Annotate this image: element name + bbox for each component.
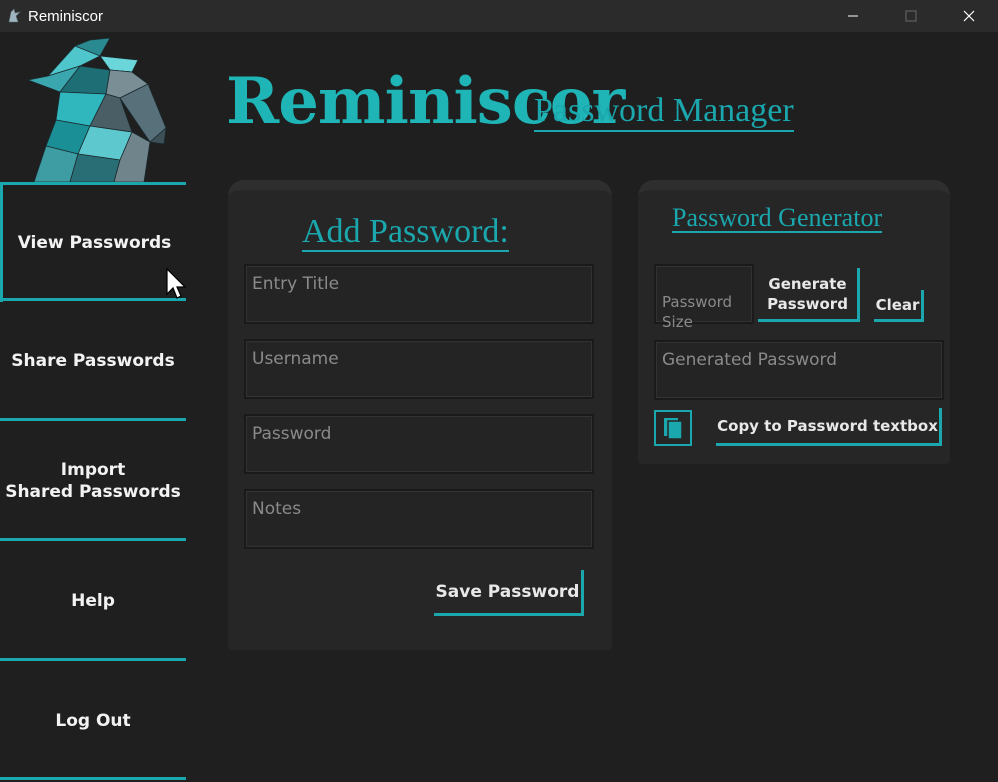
sidebar: View Passwords Share Passwords Import Sh…: [0, 32, 188, 782]
nav-divider: [0, 658, 186, 661]
entry-title-field[interactable]: Entry Title: [244, 264, 594, 324]
copy-icon-button[interactable]: [654, 410, 692, 446]
sidebar-item-label: Share Passwords: [11, 351, 175, 371]
copy-icon: [664, 418, 683, 440]
title-bar: Reminiscor: [0, 0, 998, 32]
password-size-field[interactable]: Password Size: [654, 264, 754, 331]
nav-divider: [0, 298, 186, 301]
notes-field[interactable]: Notes: [244, 489, 594, 549]
sidebar-item-label: Help: [71, 591, 115, 611]
close-button[interactable]: [940, 0, 998, 32]
notes-placeholder: Notes: [252, 499, 302, 519]
nav-divider: [0, 538, 186, 541]
clear-button[interactable]: Clear: [874, 290, 924, 322]
clear-label: Clear: [875, 295, 920, 314]
sidebar-item-import-shared-passwords[interactable]: Import Shared Passwords: [0, 422, 186, 540]
generated-password-placeholder: Generated Password: [662, 350, 837, 370]
mouse-cursor-icon: [166, 268, 186, 299]
add-password-panel: Add Password: Entry Title Username Passw…: [228, 180, 612, 650]
copy-to-password-label: Copy to Password textbox: [717, 416, 938, 435]
save-password-label: Save Password: [435, 581, 580, 602]
password-size-placeholder: Password Size: [662, 293, 733, 331]
password-generator-panel: Password Generator Password Size Generat…: [638, 180, 950, 464]
username-field[interactable]: Username: [244, 339, 594, 399]
app-logo-icon: [8, 8, 21, 23]
sidebar-item-label: Log Out: [55, 711, 131, 731]
maximize-button[interactable]: [882, 0, 940, 32]
nav-divider: [0, 777, 186, 780]
add-password-heading: Add Password:: [302, 213, 509, 252]
password-placeholder: Password: [252, 424, 332, 444]
entry-title-placeholder: Entry Title: [252, 274, 340, 294]
page-subtitle: Password Manager: [534, 92, 794, 132]
password-field[interactable]: Password: [244, 414, 594, 474]
username-placeholder: Username: [252, 349, 339, 369]
generate-password-button[interactable]: Generate Password: [758, 268, 860, 322]
close-icon: [963, 10, 975, 22]
window-title: Reminiscor: [28, 7, 104, 25]
save-password-button[interactable]: Save Password: [434, 570, 584, 616]
plague-doctor-logo-icon: [26, 37, 167, 182]
password-generator-heading: Password Generator: [672, 203, 883, 234]
maximize-icon: [905, 10, 917, 22]
sidebar-item-view-passwords[interactable]: View Passwords: [0, 184, 186, 302]
sidebar-item-label: View Passwords: [17, 233, 172, 253]
sidebar-item-help[interactable]: Help: [0, 542, 186, 660]
generated-password-field[interactable]: Generated Password: [654, 340, 944, 400]
sidebar-item-log-out[interactable]: Log Out: [0, 662, 186, 780]
minimize-icon: [848, 15, 858, 17]
sidebar-item-label: Import Shared Passwords: [5, 460, 181, 502]
copy-to-password-textbox-button[interactable]: Copy to Password textbox: [716, 408, 942, 446]
minimize-button[interactable]: [824, 0, 882, 32]
nav-divider: [0, 418, 186, 421]
nav-divider: [0, 182, 186, 185]
generate-password-label: Generate Password: [767, 274, 848, 313]
sidebar-item-share-passwords[interactable]: Share Passwords: [0, 302, 186, 420]
